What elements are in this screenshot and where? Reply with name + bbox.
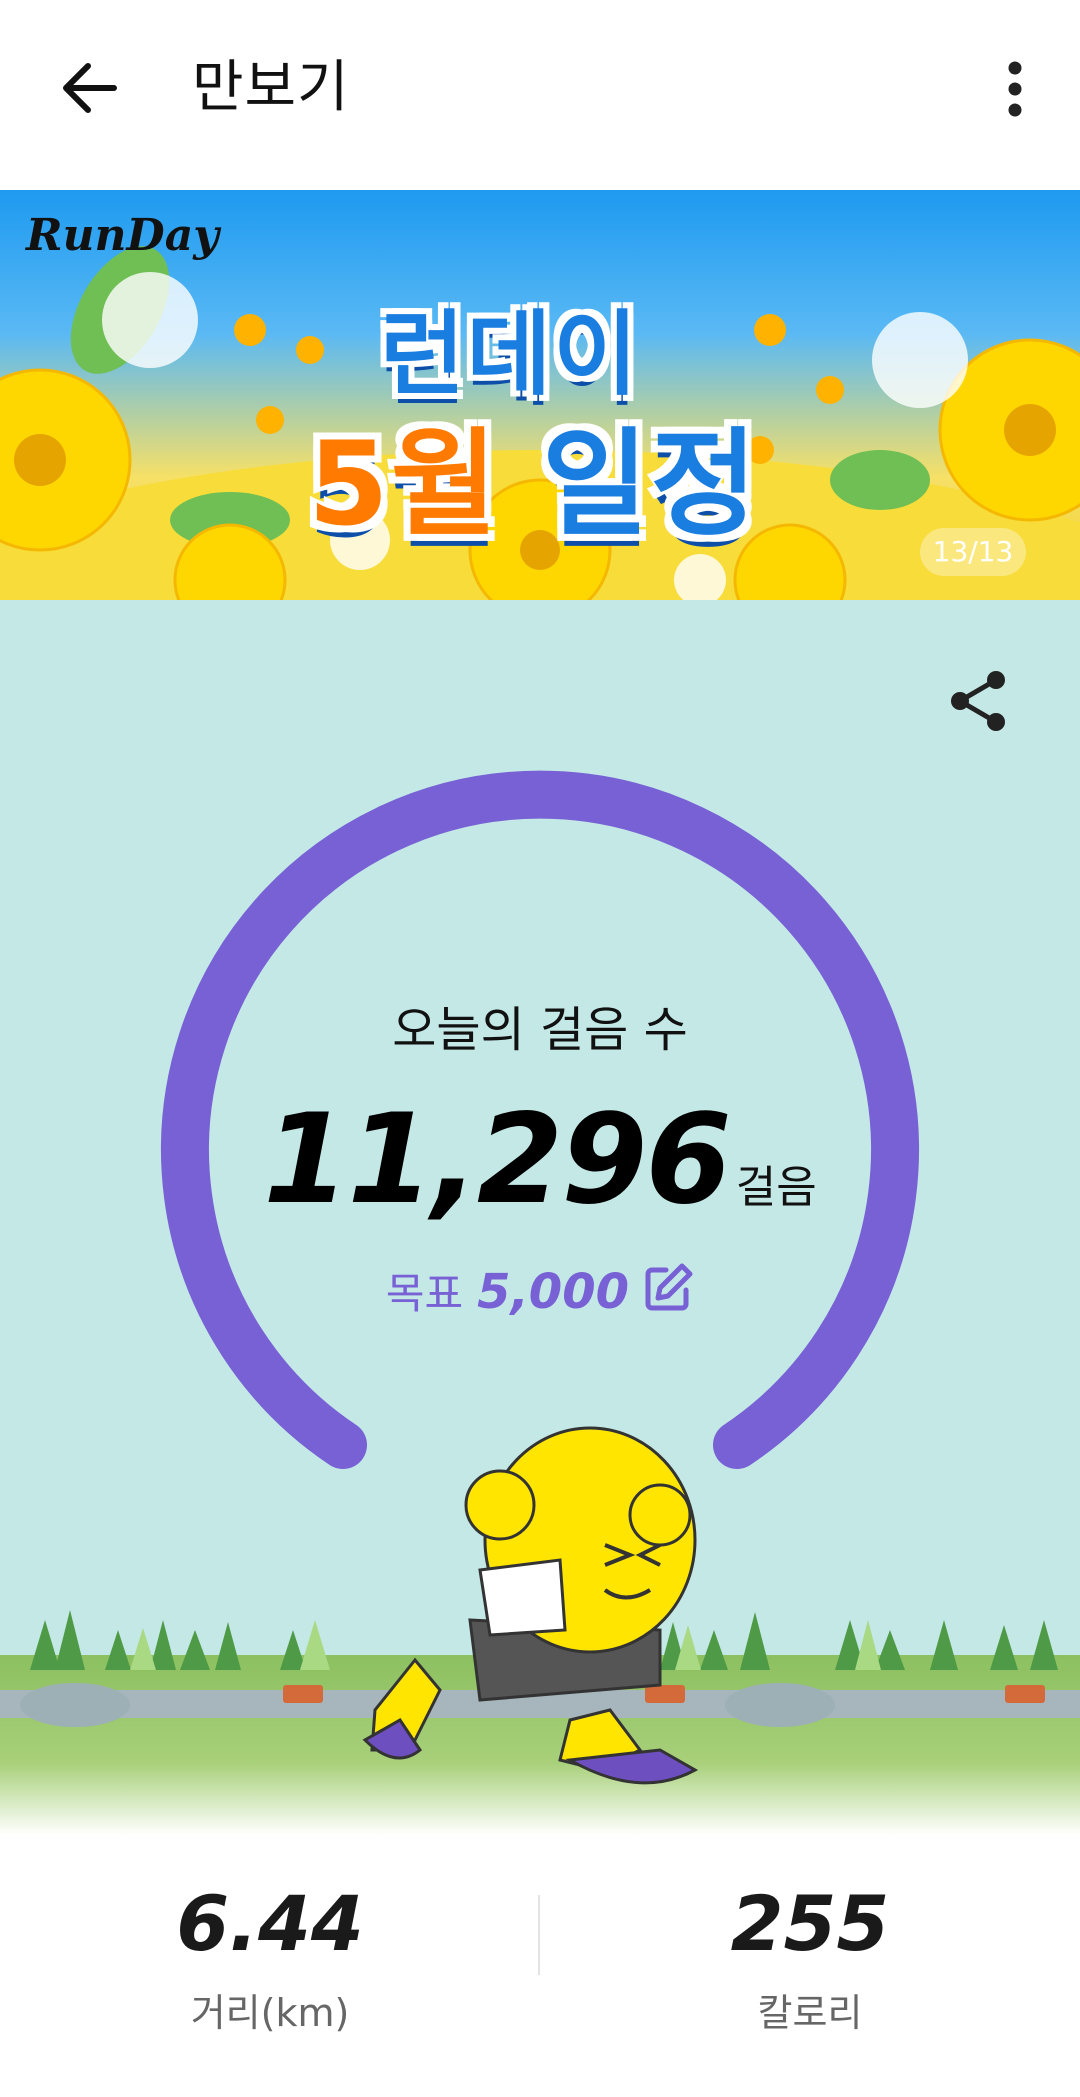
brand-logo: RunDay [26, 210, 219, 261]
edit-icon [645, 1263, 693, 1311]
banner-month: 5월 [308, 417, 500, 552]
distance-value: 6.44 [176, 1879, 364, 1968]
banner-headline-2: 5월 일정 [308, 390, 759, 558]
app-bar: 만보기 [0, 0, 1080, 190]
calorie-stat: 255 칼로리 [540, 1835, 1080, 2037]
step-counter-card: 오늘의 걸음 수 11,296 걸음 목표 5,000 [0, 600, 1080, 1835]
more-vert-icon [1008, 61, 1022, 117]
goal-value: 5,000 [477, 1264, 629, 1320]
today-steps-label: 오늘의 걸음 수 [392, 1002, 688, 1058]
distance-stat: 6.44 거리(km) [0, 1835, 540, 2037]
banner-pager: 13/13 [920, 528, 1026, 576]
summary-stats: 6.44 거리(km) 255 칼로리 [0, 1835, 1080, 2097]
steps-count: 11,296 [263, 1088, 732, 1232]
goal-label: 목표 [385, 1269, 464, 1318]
steps-unit: 걸음 [735, 1162, 817, 1213]
calorie-label: 칼로리 [757, 1991, 863, 2035]
edit-goal-button[interactable] [642, 1262, 694, 1314]
more-menu-button[interactable] [990, 52, 1040, 132]
calorie-value: 255 [730, 1879, 890, 1968]
banner-schedule: 일정 [499, 417, 760, 552]
share-icon [951, 671, 1005, 731]
today-steps: 11,296 걸음 [0, 1088, 1080, 1232]
arrow-left-icon [63, 63, 117, 113]
distance-label: 거리(km) [190, 1991, 350, 2035]
page-title: 만보기 [192, 55, 350, 120]
back-button[interactable] [58, 52, 122, 122]
promo-banner[interactable]: RunDay 런데이 5월 일정 13/13 [0, 190, 1080, 600]
goal-row[interactable]: 목표 5,000 [0, 1260, 1080, 1321]
share-button[interactable] [944, 666, 1014, 736]
